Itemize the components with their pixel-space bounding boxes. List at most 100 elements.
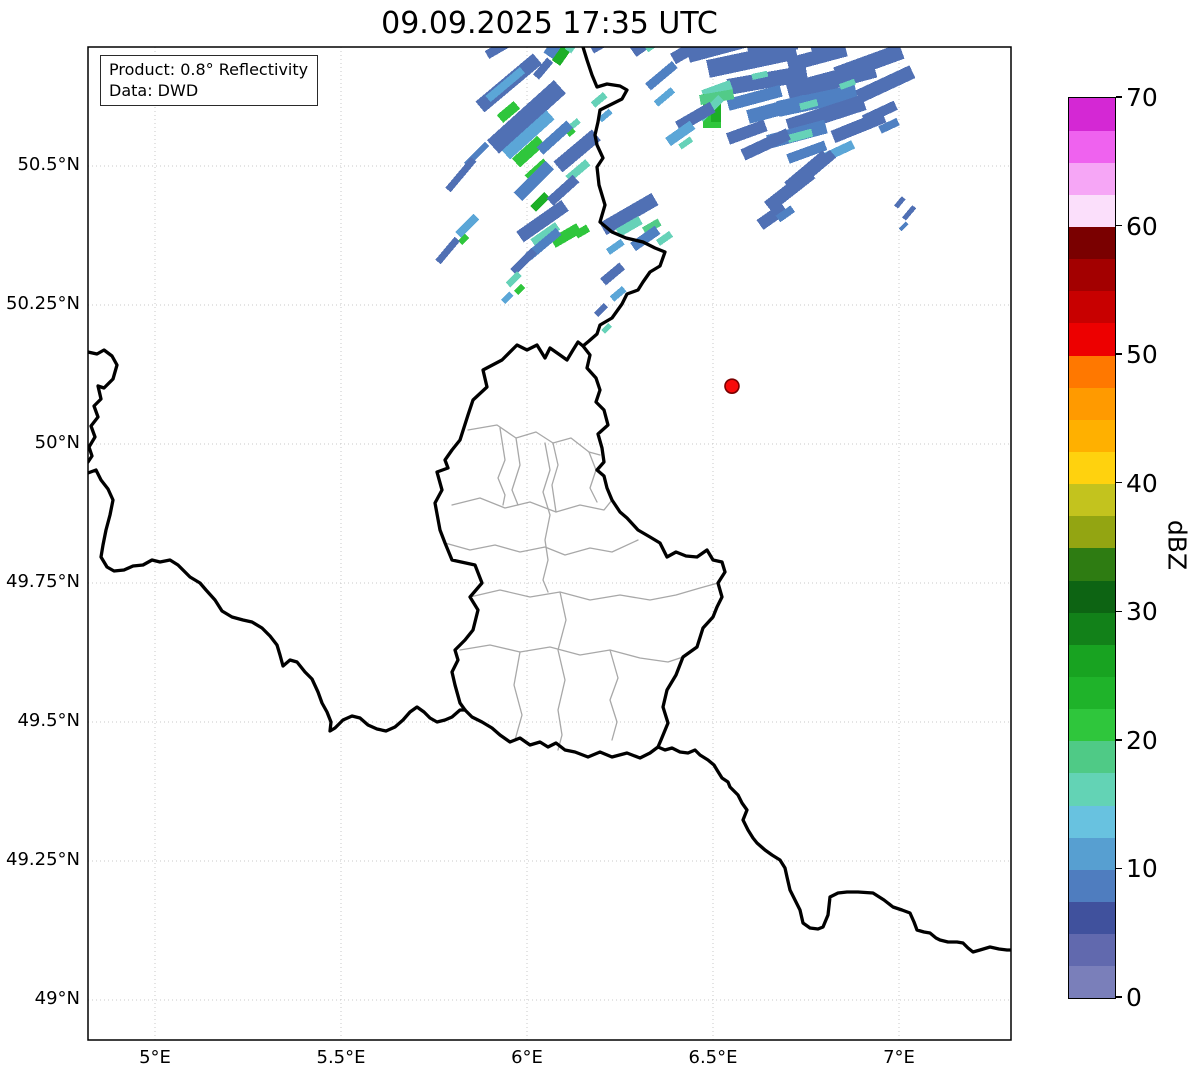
colorbar-segment <box>1069 965 1115 999</box>
colorbar-tick-label: 60 <box>1126 211 1158 241</box>
country-border <box>656 745 1011 954</box>
admin-border <box>459 644 684 663</box>
radar-echo-cell <box>653 87 676 107</box>
x-tick-label: 7°E <box>883 1047 915 1068</box>
colorbar-segment <box>1069 419 1115 453</box>
radar-echo-cell <box>455 213 480 238</box>
admin-border <box>451 497 613 513</box>
x-tick-label: 5.5°E <box>316 1047 366 1068</box>
colorbar-segment <box>1069 933 1115 967</box>
colorbar-tick-mark <box>1116 96 1122 98</box>
radar-echo-cell <box>435 236 460 265</box>
map-canvas <box>87 46 1012 1041</box>
country-border-layer <box>88 47 1011 954</box>
colorbar-tick-mark <box>1116 739 1122 741</box>
radar-echo-cell <box>510 247 538 275</box>
y-tick-label: 50°N <box>34 432 80 453</box>
radar-echo-cell <box>505 271 522 288</box>
admin-border <box>511 437 521 506</box>
colorbar-unit-label: dBZ <box>1162 519 1192 571</box>
radar-echo-cell <box>590 92 608 108</box>
colorbar-segment <box>1069 483 1115 517</box>
radar-echo-cell <box>629 47 678 57</box>
colorbar-segment <box>1069 837 1115 870</box>
colorbar-tick-mark <box>1116 867 1122 870</box>
product-annotation-line1: Product: 0.8° Reflectivity <box>109 60 309 79</box>
colorbar-tick-mark <box>1116 353 1122 355</box>
colorbar-segment <box>1069 676 1115 710</box>
colorbar-tick-mark <box>1116 996 1122 998</box>
colorbar-tick-mark <box>1116 610 1122 613</box>
colorbar-segment <box>1069 162 1115 195</box>
radar-echo-cell <box>513 283 526 296</box>
radar-echo-cell <box>485 67 526 103</box>
colorbar-tick-label: 20 <box>1126 725 1158 755</box>
country-border <box>88 348 119 464</box>
radar-echo-layer <box>435 47 917 334</box>
radar-echo-cell <box>605 238 625 255</box>
colorbar-tick-mark <box>1116 224 1122 227</box>
colorbar-segment <box>1069 805 1115 838</box>
colorbar-segment <box>1069 194 1115 228</box>
radar-echo-cell <box>500 291 514 305</box>
y-tick-label: 49°N <box>34 988 80 1009</box>
colorbar-segment <box>1069 740 1115 774</box>
colorbar-tick-label: 50 <box>1126 340 1158 370</box>
colorbar-tick-mark <box>1116 481 1122 484</box>
y-tick-label: 49.25°N <box>6 849 80 870</box>
radar-site-marker <box>724 378 740 394</box>
radar-echo-cell <box>564 47 582 54</box>
colorbar-segment <box>1069 226 1115 260</box>
colorbar-segment <box>1069 98 1115 131</box>
colorbar-segment <box>1069 130 1115 163</box>
product-annotation-line2: Data: DWD <box>109 81 199 101</box>
admin-border <box>557 591 567 751</box>
radar-echo-cell <box>902 205 917 221</box>
colorbar-segment <box>1069 773 1115 806</box>
x-tick-label: 6°E <box>511 1047 543 1068</box>
product-annotation-box: Product: 0.8° Reflectivity Data: DWD <box>100 55 319 107</box>
radar-echo-cell <box>643 47 665 53</box>
colorbar-segment <box>1069 290 1115 324</box>
colorbar-segment <box>1069 323 1115 356</box>
admin-border <box>513 651 523 741</box>
country-border <box>433 340 727 760</box>
admin-border <box>444 539 639 556</box>
admin-border <box>609 649 619 741</box>
colorbar-tick-label: 0 <box>1126 983 1142 1012</box>
radar-echo-cell <box>600 262 626 286</box>
colorbar-segment <box>1069 644 1115 678</box>
admin-border <box>497 427 506 506</box>
colorbar-tick-label: 70 <box>1126 83 1158 112</box>
colorbar-segment <box>1069 708 1115 742</box>
colorbar-tick-label: 30 <box>1126 597 1158 627</box>
colorbar-segment <box>1069 355 1115 388</box>
admin-border <box>467 424 601 456</box>
x-tick-label: 5°E <box>139 1047 171 1068</box>
colorbar-segment <box>1069 580 1115 613</box>
colorbar-segment <box>1069 901 1115 935</box>
radar-echo-cell <box>590 47 612 54</box>
y-tick-label: 49.75°N <box>6 571 80 592</box>
radar-echo-cell <box>645 61 678 91</box>
y-tick-label: 50.25°N <box>6 293 80 314</box>
admin-border <box>542 442 551 593</box>
radar-echo-cell <box>530 192 550 212</box>
colorbar-tick-label: 40 <box>1126 468 1158 498</box>
y-tick-label: 49.5°N <box>17 710 80 731</box>
admin-border <box>588 451 598 503</box>
admin-border-layer <box>444 424 719 751</box>
colorbar-segment <box>1069 387 1115 420</box>
admin-border <box>551 442 559 513</box>
admin-border <box>469 582 719 601</box>
country-border <box>88 468 467 733</box>
colorbar-segment <box>1069 515 1115 549</box>
radar-echo-cell <box>898 221 909 232</box>
radar-echo-cell <box>484 47 512 59</box>
colorbar-segment <box>1069 869 1115 903</box>
radar-echo-cell <box>546 174 580 206</box>
radar-echo-cell <box>445 157 477 193</box>
radar-echo-cell <box>894 196 906 209</box>
colorbar-segment <box>1069 451 1115 485</box>
x-tick-label: 6.5°E <box>688 1047 738 1068</box>
